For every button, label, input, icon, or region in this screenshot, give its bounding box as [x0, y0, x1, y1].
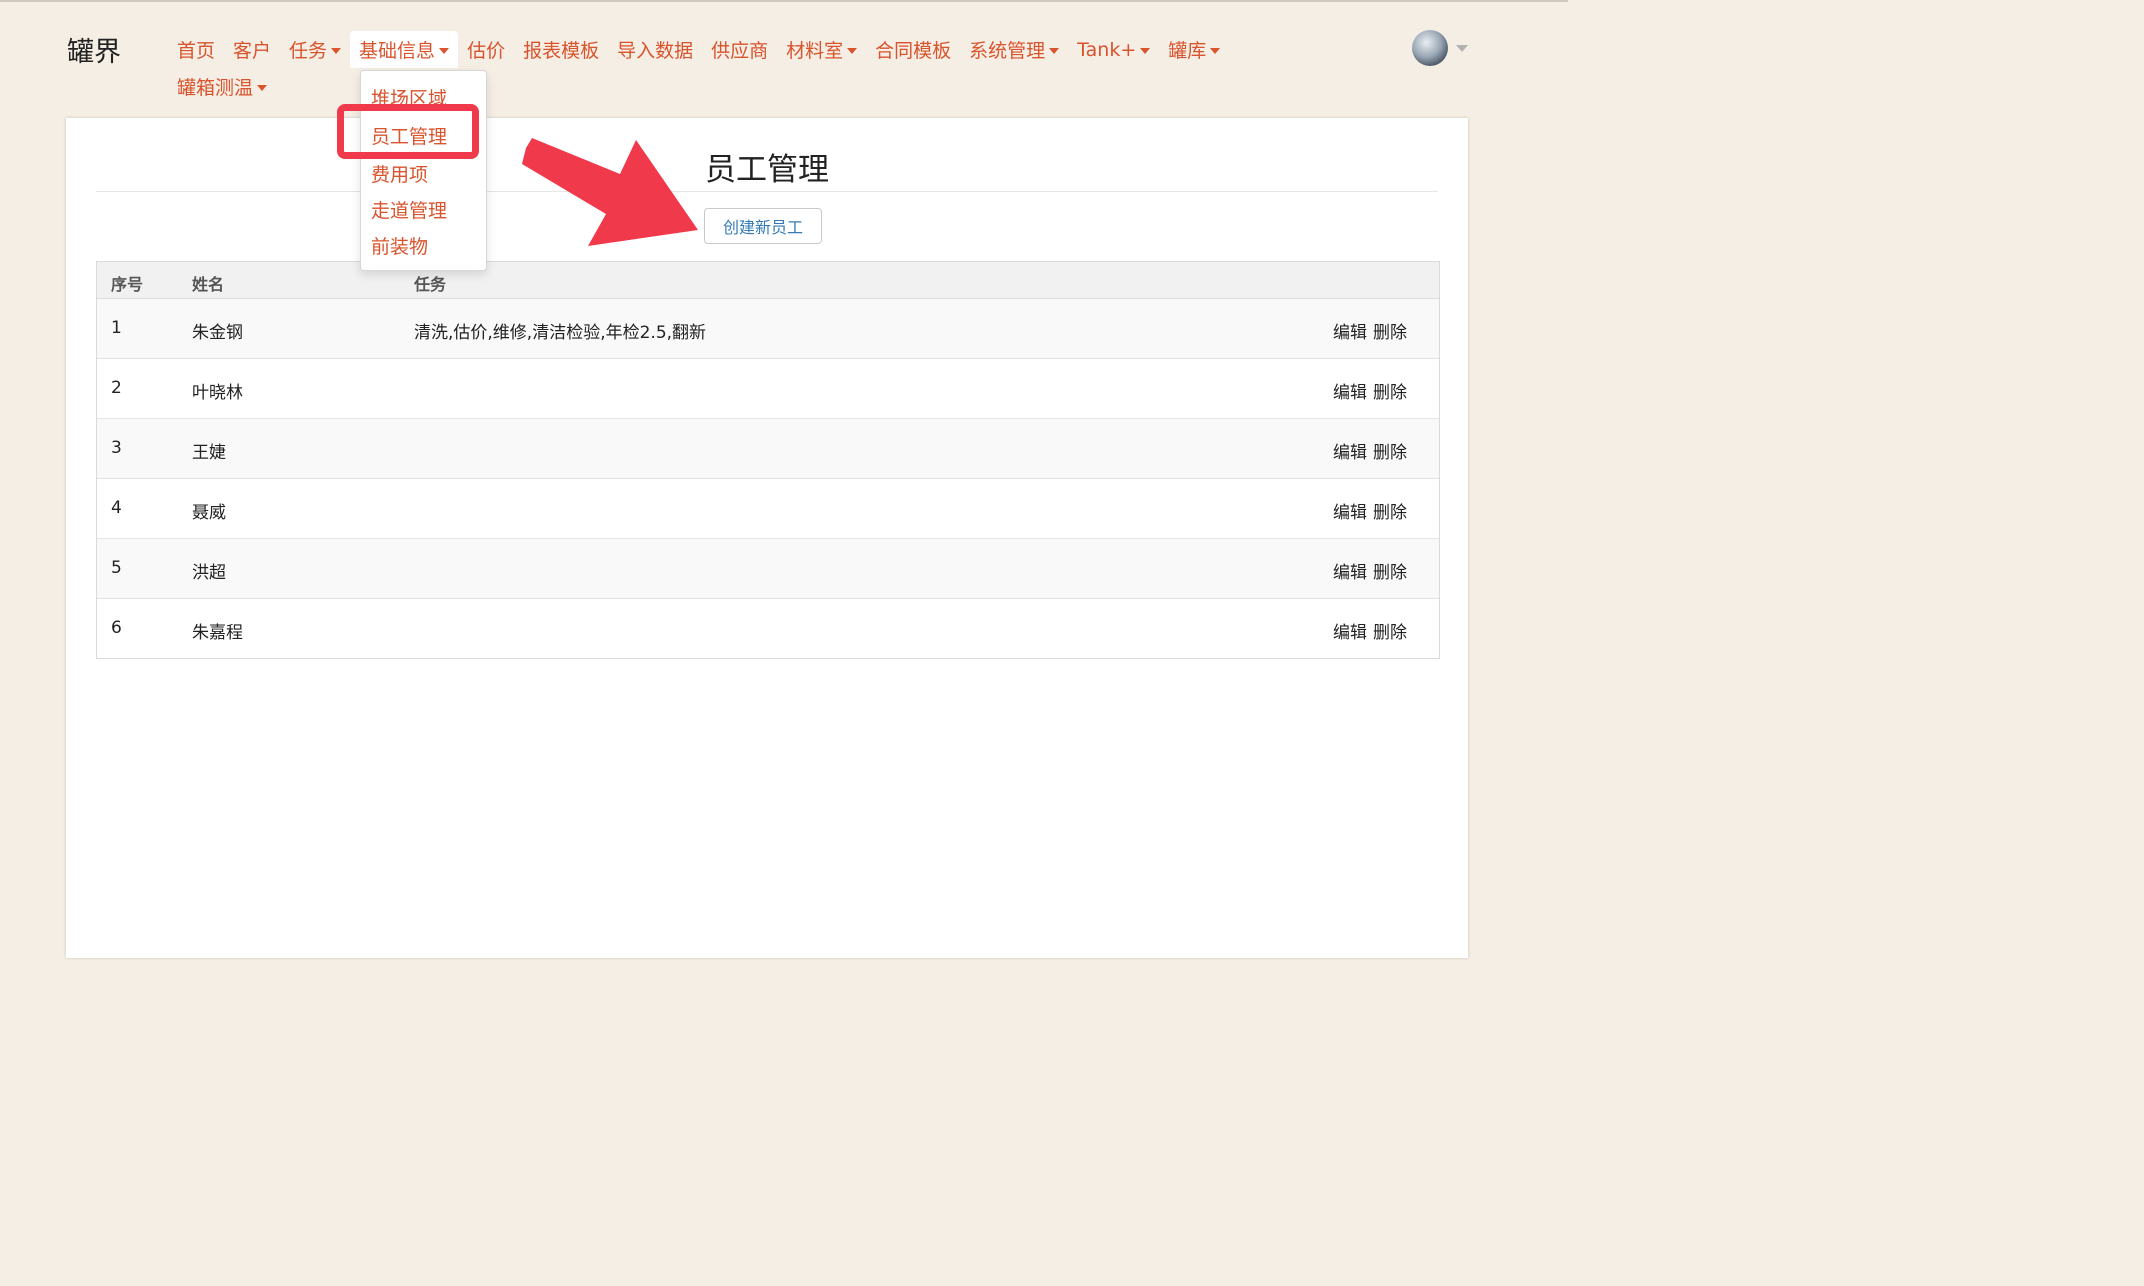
header-number: 序号	[111, 275, 144, 294]
edit-link[interactable]: 编辑	[1333, 323, 1367, 343]
edit-link[interactable]: 编辑	[1333, 503, 1367, 523]
nav-label: 任务	[289, 40, 328, 62]
nav-item-materials[interactable]: 材料室	[777, 31, 866, 68]
title-divider	[96, 191, 1438, 192]
row-actions: 编辑 删除	[1333, 438, 1407, 463]
caret-down-icon	[257, 85, 268, 91]
cell-name: 朱金钢	[192, 323, 243, 343]
table-row: 6 朱嘉程 编辑 删除	[97, 599, 1439, 658]
nav-label: 罐箱测温	[177, 77, 254, 99]
cell-tasks: 清洗,估价,维修,清洁检验,年检2.5,翻新	[414, 323, 707, 343]
nav-item-system-admin[interactable]: 系统管理	[960, 31, 1068, 68]
employee-table: 序号 姓名 任务 1 朱金钢 清洗,估价,维修,清洁检验,年检2.5,翻新 编辑…	[96, 261, 1440, 659]
nav-label: 首页	[177, 40, 216, 62]
user-avatar[interactable]	[1412, 30, 1448, 66]
nav-item-tank-plus[interactable]: Tank+	[1068, 31, 1159, 68]
edit-link[interactable]: 编辑	[1333, 383, 1367, 403]
nav-label: 供应商	[711, 40, 769, 62]
cell-name: 王婕	[192, 443, 226, 463]
row-actions: 编辑 删除	[1333, 318, 1407, 343]
basic-info-dropdown: 堆场区域 员工管理 费用项 走道管理 前装物	[360, 70, 487, 271]
cell-number: 4	[111, 498, 122, 518]
annotation-arrow-icon	[522, 138, 698, 246]
caret-down-icon	[439, 48, 450, 54]
cell-number: 5	[111, 558, 122, 578]
nav-label: 报表模板	[523, 40, 600, 62]
table-row: 2 叶晓林 编辑 删除	[97, 359, 1439, 419]
nav-label: 估价	[467, 40, 506, 62]
header-tasks: 任务	[414, 275, 447, 294]
dropdown-item-previous-cargo[interactable]: 前装物	[371, 232, 428, 259]
nav-item-customers[interactable]: 客户	[224, 31, 280, 68]
content-panel: 员工管理 创建新员工 序号 姓名 任务 1 朱金钢 清洗,估价,维修,清洁检验,…	[66, 118, 1468, 958]
delete-link[interactable]: 删除	[1373, 503, 1407, 523]
row-actions: 编辑 删除	[1333, 558, 1407, 583]
nav-item-import-data[interactable]: 导入数据	[608, 31, 702, 68]
row-actions: 编辑 删除	[1333, 498, 1407, 523]
dropdown-item-fee-items[interactable]: 费用项	[371, 160, 428, 187]
nav-item-home[interactable]: 首页	[168, 31, 224, 68]
cell-number: 6	[111, 618, 122, 638]
cell-number: 1	[111, 318, 122, 338]
delete-link[interactable]: 删除	[1373, 323, 1407, 343]
nav-item-tank-temperature[interactable]: 罐箱测温	[168, 68, 276, 105]
caret-down-icon	[1049, 48, 1060, 54]
table-row: 5 洪超 编辑 删除	[97, 539, 1439, 599]
nav-item-suppliers[interactable]: 供应商	[702, 31, 777, 68]
edit-link[interactable]: 编辑	[1333, 563, 1367, 583]
table-row: 4 聂威 编辑 删除	[97, 479, 1439, 539]
nav-label: 罐库	[1168, 40, 1207, 62]
edit-link[interactable]: 编辑	[1333, 623, 1367, 643]
nav-label: 导入数据	[617, 40, 694, 62]
caret-down-icon	[1456, 44, 1468, 52]
caret-down-icon	[1140, 48, 1151, 54]
cell-name: 朱嘉程	[192, 623, 243, 643]
nav-label: 客户	[233, 40, 272, 62]
delete-link[interactable]: 删除	[1373, 443, 1407, 463]
cell-number: 3	[111, 438, 122, 458]
cell-name: 聂威	[192, 503, 226, 523]
caret-down-icon	[1210, 48, 1221, 54]
nav-row-1: 首页 客户 任务 基础信息 估价 报表模板 导入数据 供应商 材料室 合同模板 …	[168, 31, 1308, 68]
delete-link[interactable]: 删除	[1373, 383, 1407, 403]
nav-item-contract-templates[interactable]: 合同模板	[866, 31, 960, 68]
table-row: 1 朱金钢 清洗,估价,维修,清洁检验,年检2.5,翻新 编辑 删除	[97, 299, 1439, 359]
brand-logo[interactable]: 罐界	[67, 30, 121, 69]
edit-link[interactable]: 编辑	[1333, 443, 1367, 463]
cell-name: 洪超	[192, 563, 226, 583]
nav-item-basic-info[interactable]: 基础信息	[350, 31, 459, 68]
table-row: 3 王婕 编辑 删除	[97, 419, 1439, 479]
create-employee-button[interactable]: 创建新员工	[704, 208, 822, 244]
row-actions: 编辑 删除	[1333, 378, 1407, 403]
header-name: 姓名	[192, 275, 225, 294]
delete-link[interactable]: 删除	[1373, 563, 1407, 583]
cell-name: 叶晓林	[192, 383, 243, 403]
caret-down-icon	[331, 48, 342, 54]
delete-link[interactable]: 删除	[1373, 623, 1407, 643]
nav-item-tank-depot[interactable]: 罐库	[1159, 31, 1229, 68]
row-actions: 编辑 删除	[1333, 618, 1407, 643]
cell-number: 2	[111, 378, 122, 398]
nav-label: 基础信息	[359, 40, 436, 62]
table-header: 序号 姓名 任务	[97, 262, 1439, 299]
nav-label: 系统管理	[969, 40, 1046, 62]
highlight-box	[337, 104, 479, 159]
dropdown-item-aisle-management[interactable]: 走道管理	[371, 196, 447, 223]
nav-label: Tank+	[1077, 38, 1137, 61]
user-menu[interactable]	[1412, 30, 1468, 66]
caret-down-icon	[847, 48, 858, 54]
nav-item-estimate[interactable]: 估价	[458, 31, 514, 68]
nav-label: 合同模板	[875, 40, 952, 62]
nav-item-tasks[interactable]: 任务	[280, 31, 350, 68]
main-nav: 首页 客户 任务 基础信息 估价 报表模板 导入数据 供应商 材料室 合同模板 …	[168, 31, 1308, 105]
nav-row-2: 罐箱测温	[168, 68, 1308, 105]
window-top-border	[0, 0, 1568, 2]
nav-label: 材料室	[786, 40, 844, 62]
page-title: 员工管理	[705, 152, 829, 188]
nav-item-report-templates[interactable]: 报表模板	[514, 31, 608, 68]
